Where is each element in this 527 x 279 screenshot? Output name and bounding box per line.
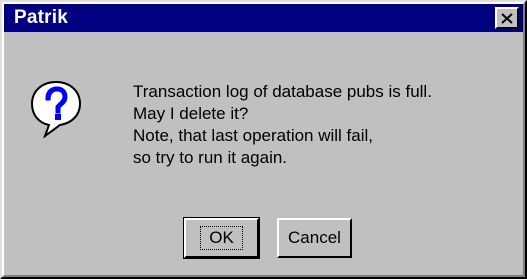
message-text: Transaction log of database pubs is full… <box>133 81 432 169</box>
window-title: Patrik <box>14 7 69 28</box>
question-icon <box>30 80 82 138</box>
message-line: Note, that last operation will fail, <box>133 126 374 145</box>
dialog-window: Patrik Transaction log of database pubs … <box>0 0 527 279</box>
ok-button-label: OK <box>200 226 243 250</box>
dialog-content: Transaction log of database pubs is full… <box>2 38 525 277</box>
message-line: Transaction log of database pubs is full… <box>133 82 432 101</box>
ok-button[interactable]: OK <box>183 217 260 259</box>
message-line: May I delete it? <box>133 104 249 123</box>
close-button[interactable] <box>495 7 519 29</box>
title-bar[interactable]: Patrik <box>4 4 523 32</box>
message-line: so try to run it again. <box>133 148 288 167</box>
close-icon <box>501 12 513 24</box>
cancel-button[interactable]: Cancel <box>277 218 352 258</box>
